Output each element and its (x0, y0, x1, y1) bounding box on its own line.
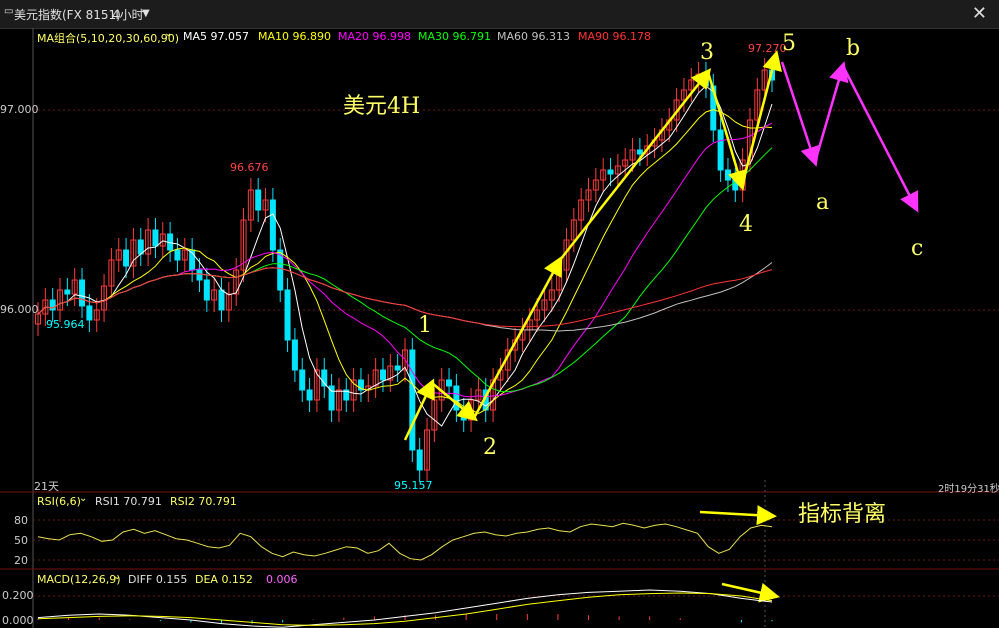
ma-line-ma90 (37, 267, 773, 328)
wave-label-3: 3 (700, 40, 714, 65)
wave-arrow (721, 582, 780, 603)
divergence-annotation: 指标背离 (798, 502, 887, 527)
candle-body (196, 269, 203, 281)
candle-body (86, 305, 93, 321)
rsi-tick-50: 50 (14, 534, 28, 547)
candle-body (291, 339, 298, 371)
macd-diff: DIFF 0.155 (128, 573, 188, 586)
candle-body (269, 199, 276, 251)
rsi1-value: RSI1 70.791 (95, 495, 162, 508)
rsi2-value: RSI2 70.791 (170, 495, 237, 508)
wave-arrow (559, 68, 712, 261)
candle-body (724, 169, 731, 181)
candle-body (123, 249, 130, 267)
wave-label-5: 5 (782, 31, 796, 56)
ma-legend-item: MA90 96.178 (578, 30, 651, 43)
ma-legend-item: MA20 96.998 (338, 30, 411, 43)
candle-body (174, 249, 181, 261)
candle-body (379, 369, 386, 381)
candle-body (79, 279, 86, 307)
ma-group-label[interactable]: MA组合(5,10,20,30,60,90) (37, 30, 179, 46)
candle-body (255, 189, 262, 211)
ma-legend-item: MA10 96.890 (258, 30, 331, 43)
countdown-label: 2时19分31秒 (938, 484, 999, 495)
chevron-down-icon[interactable]: ⌄ (79, 493, 87, 504)
candle-body (152, 229, 159, 247)
candle-body (636, 149, 643, 155)
macd-group-label[interactable]: MACD(12,26,9) (37, 573, 121, 586)
rsi-line (37, 522, 773, 561)
wave-label-a: a (816, 190, 830, 215)
candlestick-series (35, 58, 775, 482)
candle-body (284, 289, 291, 341)
price-high-right: 97.270 (748, 42, 787, 55)
days-label: 21天 (34, 480, 59, 493)
candle-body (64, 289, 71, 295)
rsi-tick-80: 80 (14, 514, 28, 527)
projection-arrow (813, 61, 849, 163)
candle-body (394, 365, 401, 371)
projection-arrow (841, 65, 919, 213)
candle-body (203, 279, 210, 301)
macd-tick-00: 0.000 (2, 614, 34, 627)
wave-label-2: 2 (483, 435, 497, 460)
chevron-down-icon[interactable]: ⌄ (164, 28, 172, 39)
candle-body (607, 169, 614, 175)
macd-value: 0.006 (266, 573, 298, 586)
candle-body (299, 369, 306, 391)
candle-body (717, 129, 724, 171)
candle-body (137, 239, 144, 255)
price-low: 95.157 (394, 479, 433, 492)
wave-arrow (431, 382, 478, 422)
wave-arrow (403, 378, 435, 441)
macd-dea-line (37, 592, 773, 626)
price-low-left: 95.964 (46, 318, 85, 331)
candle-body (306, 389, 313, 401)
price-high-left: 96.676 (230, 161, 269, 174)
wave-arrow (472, 255, 563, 419)
candle-body (409, 349, 416, 451)
y-tick-96: 96.000 (0, 303, 39, 316)
chevron-down-icon[interactable]: ⌄ (113, 571, 121, 582)
macd-tick-02: 0.200 (2, 589, 34, 602)
ma-legend-item: MA60 96.313 (497, 30, 570, 43)
candle-body (218, 289, 225, 311)
chart-svg (0, 28, 999, 628)
rsi-tick-20: 20 (14, 554, 28, 567)
candle-body (416, 449, 423, 471)
ma-legend-item: MA5 97.057 (183, 30, 249, 43)
y-tick-97: 97.000 (0, 103, 39, 116)
wave-label-c: c (911, 236, 924, 261)
wave-label-4: 4 (739, 212, 753, 237)
projection-arrow (780, 61, 820, 167)
wave-label-1: 1 (418, 313, 432, 338)
candle-body (446, 379, 453, 387)
chart-title: 美元4H (343, 94, 421, 119)
macd-dea: DEA 0.152 (195, 573, 253, 586)
wave-label-b: b (846, 36, 861, 61)
rsi-group-label[interactable]: RSI(6,6) (37, 495, 81, 508)
ma-legend-item: MA30 96.791 (418, 30, 491, 43)
rsi-line (37, 522, 773, 561)
wave-arrow (699, 505, 777, 526)
